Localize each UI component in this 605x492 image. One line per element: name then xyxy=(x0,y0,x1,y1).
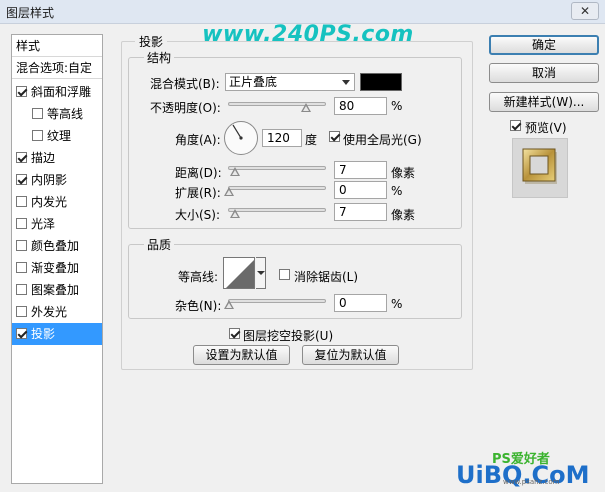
knockout-label: 图层挖空投影(U) xyxy=(243,329,334,343)
sidebar-item-gradient-overlay[interactable]: 渐变叠加 xyxy=(12,257,102,279)
checkbox-contour[interactable] xyxy=(32,108,43,119)
noise-input[interactable]: 0 xyxy=(334,294,387,312)
title-bar: 图层样式 ✕ xyxy=(0,0,605,24)
checkbox-outer-glow[interactable] xyxy=(16,306,27,317)
size-unit: 像素 xyxy=(391,208,416,222)
chevron-down-icon xyxy=(342,80,350,85)
distance-unit: 像素 xyxy=(391,166,416,180)
panel-title: 投影 xyxy=(135,33,168,50)
angle-label: 角度(A): xyxy=(175,133,221,147)
global-light-label: 使用全局光(G) xyxy=(343,133,422,147)
checkbox-pattern-overlay[interactable] xyxy=(16,284,27,295)
sidebar-item-drop-shadow[interactable]: 投影 xyxy=(12,323,102,345)
sidebar-item-bevel[interactable]: 斜面和浮雕 xyxy=(12,81,102,103)
checkbox-gradient-overlay[interactable] xyxy=(16,262,27,273)
opacity-slider-handle[interactable] xyxy=(301,103,312,112)
checkbox-color-overlay[interactable] xyxy=(16,240,27,251)
contour-preview[interactable] xyxy=(223,257,255,289)
spread-input[interactable]: 0 xyxy=(334,181,387,199)
sidebar-item-label: 颜色叠加 xyxy=(31,239,80,253)
angle-needle-icon xyxy=(232,124,243,140)
window-title: 图层样式 xyxy=(6,6,55,20)
sidebar-item-stroke[interactable]: 描边 xyxy=(12,147,102,169)
checkbox-drop-shadow[interactable] xyxy=(16,328,27,339)
sidebar-item-pattern-overlay[interactable]: 图案叠加 xyxy=(12,279,102,301)
sidebar-item-label: 斜面和浮雕 xyxy=(31,85,92,99)
distance-slider-handle[interactable] xyxy=(230,167,240,176)
sidebar-item-texture[interactable]: 纹理 xyxy=(12,125,102,147)
spread-unit: % xyxy=(391,184,403,198)
spread-slider-handle[interactable] xyxy=(224,187,234,196)
sidebar-item-inner-glow[interactable]: 内发光 xyxy=(12,191,102,213)
noise-unit: % xyxy=(391,297,403,311)
contour-label: 等高线: xyxy=(178,270,219,284)
checkbox-inner-glow[interactable] xyxy=(16,196,27,207)
preview-checkbox[interactable] xyxy=(510,120,521,131)
noise-slider-track[interactable] xyxy=(228,299,326,303)
sidebar-item-label: 外发光 xyxy=(31,305,68,319)
shadow-color-swatch[interactable] xyxy=(360,73,402,91)
opacity-label: 不透明度(O): xyxy=(150,101,221,115)
sidebar-item-label: 内阴影 xyxy=(31,173,68,187)
distance-label: 距离(D): xyxy=(175,166,222,180)
sidebar-item-label: 渐变叠加 xyxy=(31,261,80,275)
checkbox-stroke[interactable] xyxy=(16,152,27,163)
size-label: 大小(S): xyxy=(175,208,221,222)
cancel-button[interactable]: 取消 xyxy=(489,63,599,83)
sidebar-item-inner-shadow[interactable]: 内阴影 xyxy=(12,169,102,191)
chevron-down-icon[interactable] xyxy=(256,257,266,289)
sidebar-item-outer-glow[interactable]: 外发光 xyxy=(12,301,102,323)
blend-mode-label: 混合模式(B): xyxy=(150,77,220,91)
sidebar-item-label: 内发光 xyxy=(31,195,68,209)
angle-input[interactable]: 120 xyxy=(262,129,302,147)
sidebar-item-label: 纹理 xyxy=(47,129,72,143)
size-input[interactable]: 7 xyxy=(334,203,387,221)
checkbox-bevel[interactable] xyxy=(16,86,27,97)
checkbox-satin[interactable] xyxy=(16,218,27,229)
sidebar-item-label: 图案叠加 xyxy=(31,283,80,297)
size-slider-handle[interactable] xyxy=(230,209,240,218)
style-list: 样式 混合选项:自定 斜面和浮雕 等高线 纹理 描边 内阴影 内发光 光泽 颜色… xyxy=(11,34,103,484)
new-style-button[interactable]: 新建样式(W)... xyxy=(489,92,599,112)
sidebar-item-label: 等高线 xyxy=(47,107,84,121)
angle-unit: 度 xyxy=(305,133,318,147)
ok-button[interactable]: 确定 xyxy=(489,35,599,55)
checkbox-inner-shadow[interactable] xyxy=(16,174,27,185)
spread-label: 扩展(R): xyxy=(175,186,221,200)
angle-dial[interactable] xyxy=(224,121,258,155)
checkbox-texture[interactable] xyxy=(32,130,43,141)
sidebar-item-label: 投影 xyxy=(31,327,56,341)
sidebar-item-label: 光泽 xyxy=(31,217,56,231)
distance-slider-track[interactable] xyxy=(228,166,326,170)
blend-mode-select[interactable]: 正片叠底 xyxy=(225,73,355,91)
style-preview xyxy=(512,138,568,198)
sidebar-item-contour[interactable]: 等高线 xyxy=(12,103,102,125)
blend-mode-value: 正片叠底 xyxy=(229,75,278,89)
sidebar-header-blending[interactable]: 混合选项:自定 xyxy=(12,57,102,79)
sidebar-item-color-overlay[interactable]: 颜色叠加 xyxy=(12,235,102,257)
distance-input[interactable]: 7 xyxy=(334,161,387,179)
knockout-checkbox[interactable] xyxy=(229,328,240,339)
noise-slider-handle[interactable] xyxy=(224,300,234,309)
noise-label: 杂色(N): xyxy=(175,299,222,313)
contour-curve-icon xyxy=(226,260,254,288)
spread-slider-track[interactable] xyxy=(228,186,326,190)
preview-label: 预览(V) xyxy=(525,121,567,135)
sidebar-item-satin[interactable]: 光泽 xyxy=(12,213,102,235)
opacity-input[interactable]: 80 xyxy=(334,97,387,115)
quality-legend: 品质 xyxy=(144,236,175,253)
reset-default-button[interactable]: 复位为默认值 xyxy=(302,345,399,365)
footer-small-url: www.psahz.com xyxy=(503,478,560,486)
close-icon[interactable]: ✕ xyxy=(571,2,599,20)
opacity-unit: % xyxy=(391,99,403,113)
make-default-button[interactable]: 设置为默认值 xyxy=(193,345,290,365)
sidebar-header-styles[interactable]: 样式 xyxy=(12,35,102,57)
sidebar-item-label: 描边 xyxy=(31,151,56,165)
anti-alias-label: 消除锯齿(L) xyxy=(294,270,359,284)
global-light-checkbox[interactable] xyxy=(329,131,340,142)
structure-legend: 结构 xyxy=(144,49,175,66)
gold-frame-preview-icon xyxy=(522,148,557,184)
anti-alias-checkbox[interactable] xyxy=(279,269,290,280)
size-slider-track[interactable] xyxy=(228,208,326,212)
